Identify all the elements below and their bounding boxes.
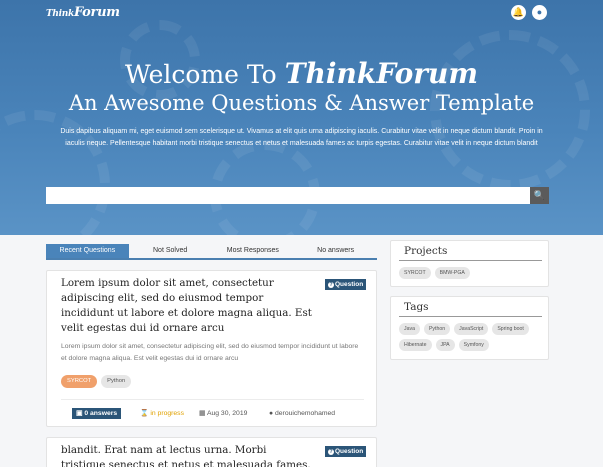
- question-tabs: Recent Questions Not Solved Most Respons…: [46, 244, 377, 260]
- question-excerpt: Lorem ipsum dolor sit amet, consectetur …: [61, 343, 359, 362]
- projects-list: SYRCOT BMW-PGA: [399, 267, 545, 279]
- divider: [399, 260, 542, 261]
- search-icon: 🔍: [533, 190, 546, 200]
- divider: [61, 399, 364, 400]
- tag-pill[interactable]: Hibernate: [399, 339, 432, 351]
- tab-recent-questions[interactable]: Recent Questions: [46, 244, 129, 258]
- user-icon[interactable]: ●: [532, 5, 547, 20]
- search-bar: [46, 187, 549, 204]
- tags-heading: Tags: [404, 301, 429, 313]
- hero-description: Duis dapibus aliquam mi, eget euismod se…: [60, 128, 543, 147]
- tag-pill[interactable]: JavaScript: [454, 323, 489, 335]
- question-title[interactable]: blandit. Erat nam at lectus urna. Morbi …: [61, 443, 313, 467]
- tab-most-responses[interactable]: Most Responses: [212, 244, 295, 258]
- question-card: Lorem ipsum dolor sit amet, consectetur …: [46, 270, 377, 427]
- user-icon: ●: [269, 410, 274, 417]
- question-title[interactable]: Lorem ipsum dolor sit amet, consectetur …: [61, 276, 313, 336]
- hourglass-icon: ⌛: [140, 410, 149, 417]
- search-button[interactable]: 🔍: [530, 187, 549, 204]
- divider: [399, 316, 542, 317]
- hero-title: Welcome To ThinkForum: [124, 57, 479, 90]
- tags-widget: Tags Java Python JavaScript Spring boot …: [390, 296, 549, 360]
- tag-pill[interactable]: Spring boot: [492, 323, 529, 335]
- question-icon: ?: [328, 449, 334, 455]
- calendar-icon: ▦: [199, 410, 206, 417]
- tab-not-solved[interactable]: Not Solved: [129, 244, 212, 258]
- question-tags: SYRCOT Python: [61, 375, 132, 388]
- tag-pill[interactable]: JPA: [435, 339, 455, 351]
- projects-widget: Projects SYRCOT BMW-PGA: [390, 240, 549, 287]
- question-badge: ? Question: [325, 446, 367, 457]
- tag-pill[interactable]: Symfony: [458, 339, 489, 351]
- tag-pill[interactable]: SYRCOT: [61, 375, 98, 388]
- project-pill[interactable]: BMW-PGA: [434, 267, 470, 279]
- tab-no-answers[interactable]: No answers: [294, 244, 377, 258]
- tag-pill[interactable]: Python: [423, 323, 451, 335]
- question-meta: ▣ 0 answers ⌛ in progress ▦ Aug 30, 2019…: [47, 408, 378, 419]
- site-logo[interactable]: ThinkForum: [46, 5, 120, 20]
- projects-heading: Projects: [404, 245, 448, 257]
- hero-subtitle: An Awesome Questions & Answer Template: [68, 91, 535, 115]
- bell-icon[interactable]: 🔔: [511, 5, 526, 20]
- question-date: ▦ Aug 30, 2019: [199, 410, 248, 417]
- answers-count[interactable]: ▣ 0 answers: [72, 408, 122, 419]
- question-author[interactable]: ● derouichemohamed: [269, 408, 335, 419]
- status-indicator: ⌛ in progress: [140, 410, 184, 417]
- question-card: blandit. Erat nam at lectus urna. Morbi …: [46, 437, 377, 467]
- tag-pill[interactable]: Python: [101, 375, 132, 388]
- question-icon: ?: [328, 282, 334, 288]
- hero-banner: ThinkForum 🔔 ● Welcome To ThinkForum An …: [0, 0, 603, 235]
- question-badge: ? Question: [325, 279, 367, 290]
- search-input[interactable]: [46, 187, 529, 204]
- project-pill[interactable]: SYRCOT: [399, 267, 431, 279]
- tags-list: Java Python JavaScript Spring boot Hiber…: [399, 323, 545, 351]
- tag-pill[interactable]: Java: [399, 323, 420, 335]
